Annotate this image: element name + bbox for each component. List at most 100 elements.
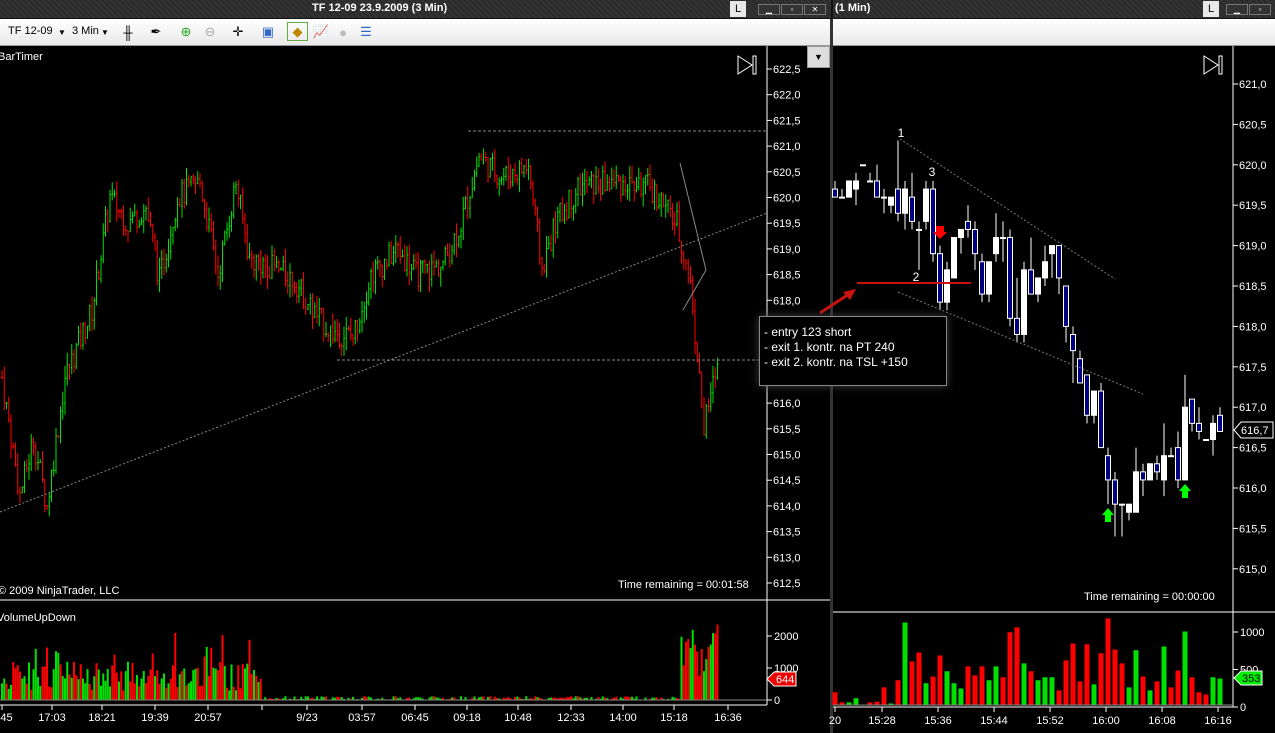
- candle-body: [1126, 503, 1132, 513]
- candle-body: [1175, 447, 1181, 481]
- volume-bar: [601, 696, 604, 700]
- volume-bar: [203, 656, 206, 700]
- volume-bar: [1014, 627, 1020, 705]
- volume-bar: [615, 696, 618, 700]
- volume-bar: [192, 670, 195, 700]
- volume-bar: [82, 678, 84, 700]
- volume-bar: [958, 688, 964, 705]
- volume-bar: [111, 665, 114, 700]
- volume-bar: [367, 696, 370, 700]
- play-to-end-icon: [752, 55, 757, 75]
- time-tick-label: 03:57: [348, 712, 376, 724]
- volume-bar: [7, 688, 10, 700]
- volume-bar: [201, 685, 204, 700]
- volume-bar: [1119, 663, 1125, 705]
- candle-body: [1028, 269, 1034, 295]
- candle-body: [1210, 422, 1216, 441]
- volume-bar: [965, 666, 971, 705]
- candle-body: [958, 228, 964, 239]
- volume-bar: [19, 671, 21, 700]
- volume-bar: [709, 644, 712, 700]
- volume-bar: [1182, 631, 1188, 705]
- volume-bar: [489, 696, 492, 700]
- volume-bar: [570, 696, 573, 700]
- volume-bar: [1210, 677, 1216, 705]
- price-tick-label: 613,5: [773, 527, 801, 539]
- volume-bar: [30, 689, 33, 700]
- price-tick-label: 616,0: [773, 398, 801, 410]
- volume-bar: [1091, 684, 1097, 705]
- volume-bar: [631, 696, 633, 700]
- volume-bar: [113, 654, 116, 700]
- volume-bar: [86, 669, 89, 700]
- volume-bar: [707, 646, 710, 700]
- volume-bar: [21, 678, 24, 700]
- candle-body: [839, 196, 845, 199]
- volume-bar: [534, 696, 537, 700]
- volume-bar: [248, 639, 251, 700]
- candle-body: [1000, 237, 1006, 240]
- candle-body: [965, 220, 971, 230]
- volume-bar: [394, 696, 397, 700]
- price-tick-label: 621,0: [773, 141, 801, 153]
- volume-bar: [1098, 653, 1104, 705]
- volume-bar: [232, 686, 235, 700]
- price-tick-label: 617,0: [1239, 402, 1267, 414]
- price-tick-label: 619,0: [773, 244, 801, 256]
- time-tick-label: 19:39: [141, 712, 169, 724]
- volume-bar: [284, 696, 287, 700]
- candle-body: [1203, 439, 1209, 442]
- price-tick-label: 622,0: [773, 90, 801, 102]
- volume-bar: [230, 664, 233, 700]
- volume-bar: [993, 666, 999, 705]
- volume-bar: [73, 661, 75, 700]
- candle-body: [930, 188, 936, 255]
- volume-bar: [48, 686, 51, 700]
- candle-body: [1014, 317, 1020, 335]
- volume-bar: [716, 624, 719, 700]
- volume-bar: [700, 648, 703, 700]
- time-tick-label: 17:03: [38, 712, 66, 724]
- volume-bar: [66, 661, 69, 700]
- candle-body: [1035, 277, 1041, 295]
- volume-bar: [259, 678, 262, 700]
- volume-bar: [59, 664, 62, 700]
- volume-bar: [217, 670, 219, 700]
- volume-bar: [109, 686, 111, 700]
- volume-bar: [574, 696, 577, 700]
- price-tick-label: 620,5: [773, 167, 801, 179]
- volume-bar: [944, 671, 950, 705]
- volume-bar: [205, 646, 208, 700]
- time-tick-label: 14:00: [609, 712, 637, 724]
- volume-bar: [493, 696, 496, 700]
- volume-bar: [43, 666, 46, 700]
- volume-bar: [235, 690, 237, 700]
- candle-body: [1091, 390, 1097, 416]
- candle-body: [1168, 455, 1174, 458]
- candle-body: [895, 188, 901, 214]
- volume-bar: [1042, 677, 1048, 705]
- price-tick-label: 615,5: [773, 424, 801, 436]
- volume-bar: [705, 659, 708, 700]
- candle-body: [972, 228, 978, 255]
- volume-bar: [682, 665, 685, 700]
- volume-tick-label: 0: [1240, 702, 1246, 714]
- volume-bar: [624, 696, 627, 700]
- price-tick-label: 621,0: [1239, 79, 1267, 91]
- volume-bar: [154, 676, 156, 700]
- price-tick-label: 616,5: [1239, 443, 1267, 455]
- volume-bar: [1049, 677, 1055, 705]
- charts-canvas[interactable]: 622,5 622,0 621,5 621,0 620,5 620,0 619,5 619,0…: [0, 0, 1275, 733]
- volume-bar: [696, 651, 699, 700]
- candle-body: [1063, 285, 1069, 327]
- volume-bar: [199, 686, 201, 700]
- time-tick-label: 15:18: [660, 712, 688, 724]
- volume-bar: [895, 680, 901, 705]
- volume-bar: [1154, 681, 1160, 705]
- volume-bar: [937, 655, 943, 705]
- volume-bar: [703, 671, 705, 700]
- volume-tick-label: 1000: [1240, 627, 1264, 639]
- time-tick-label: 18:21: [88, 712, 116, 724]
- volume-marker-label: 644: [776, 674, 794, 686]
- volume-bar: [255, 675, 258, 700]
